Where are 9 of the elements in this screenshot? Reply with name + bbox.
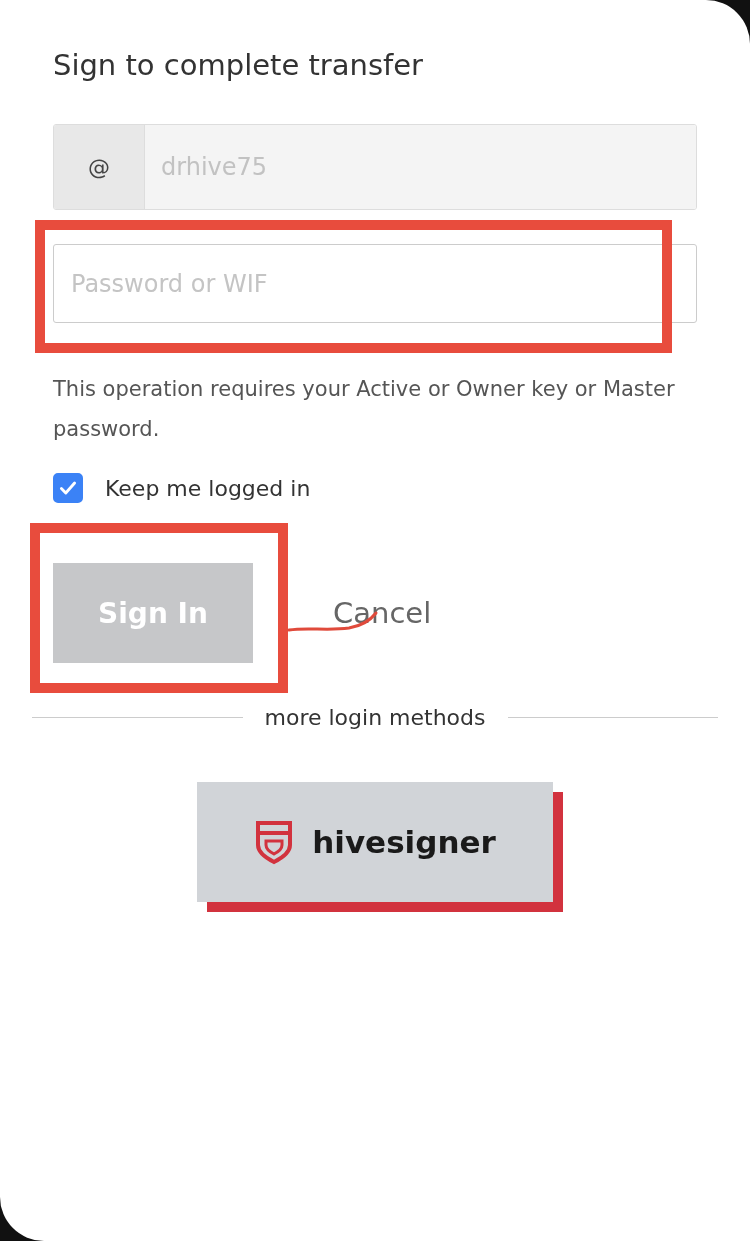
help-text: This operation requires your Active or Owner key or Master password. — [53, 376, 676, 443]
cancel-link[interactable]: Cancel — [333, 596, 432, 630]
at-addon: @ — [54, 125, 145, 209]
password-field[interactable]: Password or WIF — [53, 244, 697, 323]
checkbox-label: Keep me logged in — [105, 475, 311, 501]
checkbox[interactable] — [53, 473, 83, 503]
dialog-title: Sign to complete transfer — [53, 48, 424, 82]
shield-icon — [254, 819, 295, 865]
divider-label: more login methods — [264, 705, 486, 730]
